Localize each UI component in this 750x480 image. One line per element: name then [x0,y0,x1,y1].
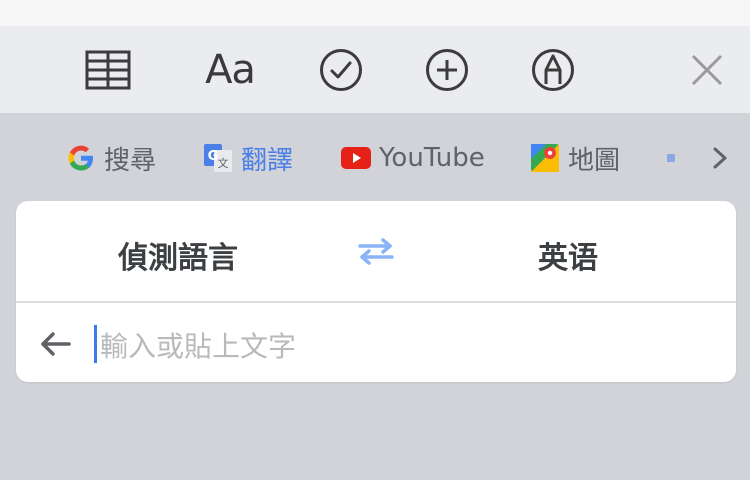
shortcut-translate-label: 翻譯 [241,145,294,176]
checklist-icon[interactable] [316,46,366,94]
language-selector-row: 偵測語言 英语 [16,201,736,303]
format-text-label: Aa [205,47,256,93]
table-icon[interactable] [83,46,133,94]
shortcut-more-partial[interactable] [666,141,676,175]
google-shortcut-bar: 搜尋 G 文 翻譯 YouTube 地圖 [0,113,750,201]
format-text-button[interactable]: Aa [198,46,262,94]
shortcut-youtube[interactable]: YouTube [341,141,485,175]
add-icon[interactable] [422,46,472,94]
document-background [0,0,750,26]
google-maps-icon [530,143,560,173]
google-translate-icon: G 文 [203,143,233,173]
text-cursor [94,325,97,363]
chevron-right-icon [705,143,735,173]
shortcut-search[interactable]: 搜尋 [66,141,157,176]
markup-pen-icon[interactable] [528,46,578,94]
translate-input[interactable]: 輸入或貼上文字 [100,325,296,365]
shortcut-youtube-label: YouTube [379,143,485,173]
shortcut-search-label: 搜尋 [104,145,157,176]
shortcut-maps-label: 地圖 [568,145,621,176]
partial-app-icon [666,143,676,173]
shortcut-scroll-next[interactable] [705,141,735,175]
translate-input-row: 輸入或貼上文字 [16,303,736,382]
back-arrow-icon[interactable] [38,327,72,361]
youtube-icon [341,143,371,173]
shortcut-maps[interactable]: 地圖 [530,141,621,176]
google-g-icon [66,143,96,173]
swap-languages-icon[interactable] [356,235,396,267]
notes-toolbar: Aa [0,26,750,113]
source-language[interactable]: 偵測語言 [118,233,238,277]
translate-card: 偵測語言 英语 輸入或貼上文字 [16,201,736,382]
target-language[interactable]: 英语 [538,233,598,277]
svg-text:文: 文 [218,156,229,170]
shortcut-translate[interactable]: G 文 翻譯 [203,141,294,176]
close-icon[interactable] [682,46,732,94]
